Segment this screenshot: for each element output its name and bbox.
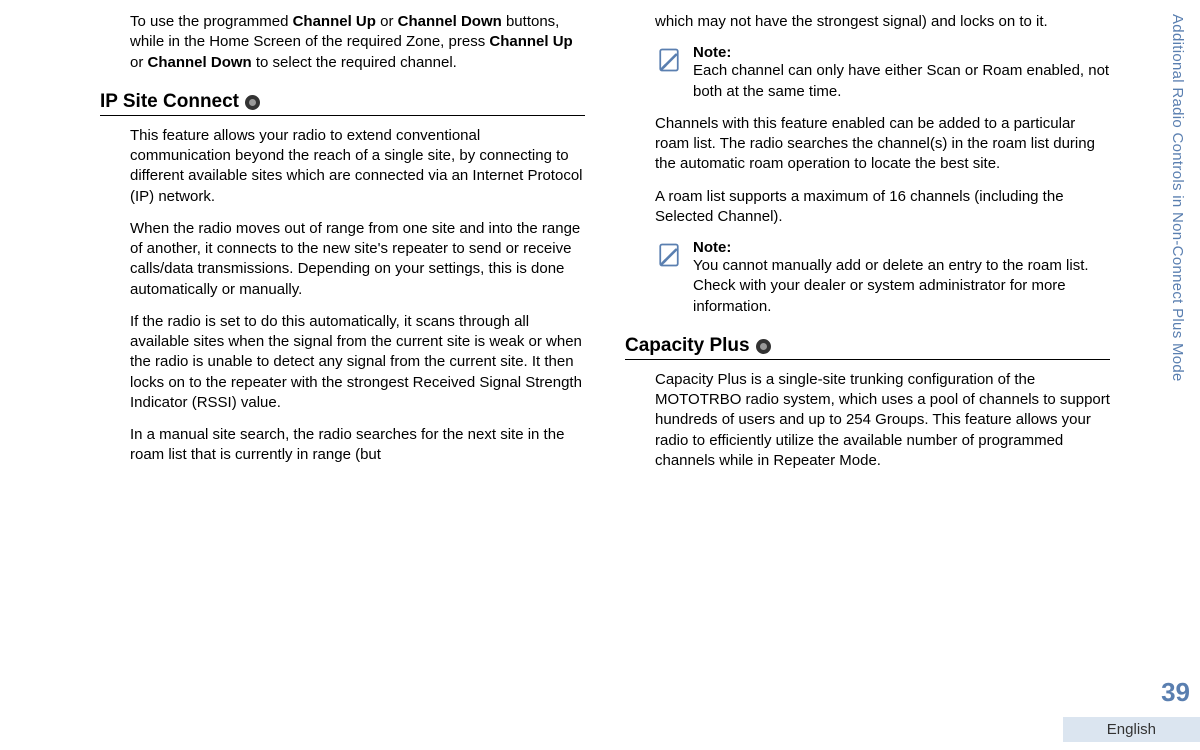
right-column: which may not have the strongest signal)… — [625, 12, 1160, 730]
continuation-paragraph: which may not have the strongest signal)… — [625, 12, 1110, 32]
heading-text: IP Site Connect — [100, 91, 239, 113]
note-icon — [655, 241, 683, 269]
intro-paragraph: To use the programmed Channel Up or Chan… — [100, 12, 585, 73]
note-block: Note: Each channel can only have either … — [625, 44, 1110, 102]
note-text: You cannot manually add or delete an ent… — [693, 257, 1089, 315]
note-body: Note: You cannot manually add or delete … — [693, 239, 1110, 317]
body-paragraph: If the radio is set to do this automatic… — [100, 312, 585, 413]
body-paragraph: A roam list supports a maximum of 16 cha… — [625, 187, 1110, 228]
left-column: To use the programmed Channel Up or Chan… — [100, 12, 585, 730]
heading-capacity-plus: Capacity Plus — [625, 335, 1110, 360]
note-label: Note: — [693, 239, 1110, 256]
note-text: Each channel can only have either Scan o… — [693, 62, 1109, 99]
note-body: Note: Each channel can only have either … — [693, 44, 1110, 102]
note-label: Note: — [693, 44, 1110, 61]
body-paragraph: In a manual site search, the radio searc… — [100, 425, 585, 466]
note-block: Note: You cannot manually add or delete … — [625, 239, 1110, 317]
language-tab: English — [1063, 717, 1200, 742]
body-paragraph: Capacity Plus is a single-site trunking … — [625, 370, 1110, 471]
note-icon — [655, 46, 683, 74]
heading-ip-site-connect: IP Site Connect — [100, 91, 585, 116]
disc-icon — [756, 339, 771, 354]
heading-text: Capacity Plus — [625, 335, 750, 357]
body-paragraph: This feature allows your radio to extend… — [100, 126, 585, 207]
body-paragraph: When the radio moves out of range from o… — [100, 219, 585, 300]
page-number: 39 — [1161, 677, 1190, 708]
side-section-label: Additional Radio Controls in Non-Connect… — [1169, 14, 1186, 382]
disc-icon — [245, 95, 260, 110]
page-content: To use the programmed Channel Up or Chan… — [0, 0, 1200, 750]
body-paragraph: Channels with this feature enabled can b… — [625, 114, 1110, 175]
